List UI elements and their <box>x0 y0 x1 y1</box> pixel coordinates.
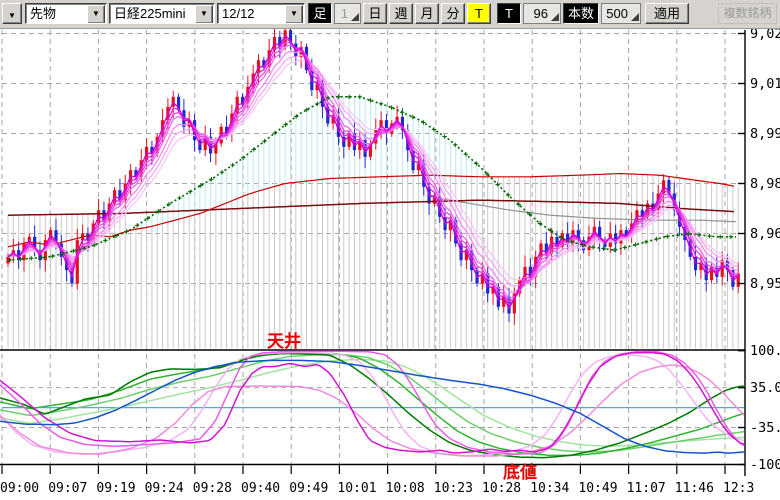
period-week-button[interactable]: 週 <box>389 3 413 24</box>
svg-text:09:07: 09:07 <box>48 481 87 496</box>
candles-layer <box>6 19 739 325</box>
grid-layer <box>2 30 744 464</box>
category-value: 先物 <box>30 6 56 21</box>
svg-text:8,950: 8,950 <box>750 276 780 292</box>
toolbar: ▼ 先物 ▼ 日経225mini ▼ 12/12 ▼ 足 1 日 週 月 分 T… <box>0 0 780 29</box>
svg-text:11:46: 11:46 <box>675 481 714 496</box>
svg-text:8,980: 8,980 <box>750 176 780 192</box>
symbol-select[interactable]: 日経225mini ▼ <box>109 3 215 24</box>
svg-text:09:24: 09:24 <box>145 481 184 496</box>
svg-text:11:07: 11:07 <box>627 481 666 496</box>
chevron-down-icon[interactable]: ▼ <box>195 5 213 24</box>
ceiling-annotation: 天井 <box>267 331 301 351</box>
tick-size-input[interactable]: 96 <box>523 3 561 24</box>
spinner-icon[interactable] <box>351 13 359 21</box>
bar-type-button[interactable]: 足 <box>308 3 332 24</box>
svg-text:09:19: 09:19 <box>96 481 135 496</box>
svg-text:-100.: -100. <box>750 457 780 473</box>
svg-text:12:3: 12:3 <box>723 481 754 496</box>
price-chart: 9,0259,0108,9958,9808,9658,950100.035.00… <box>0 0 780 500</box>
period-day-button[interactable]: 日 <box>363 3 387 24</box>
svg-text:100.0: 100.0 <box>750 343 780 359</box>
tick-mode-button[interactable]: T <box>497 3 521 24</box>
svg-text:10:49: 10:49 <box>578 481 617 496</box>
svg-text:35.00: 35.00 <box>750 380 780 396</box>
bar-count-value: 500 <box>606 6 628 21</box>
svg-text:10:01: 10:01 <box>337 481 376 496</box>
svg-text:09:28: 09:28 <box>193 481 232 496</box>
svg-text:10:08: 10:08 <box>386 481 425 496</box>
chevron-down-icon[interactable]: ▼ <box>87 5 105 24</box>
spinner-icon[interactable] <box>631 13 639 21</box>
period-tick-button[interactable]: T <box>467 3 491 24</box>
period-minute-button[interactable]: 分 <box>441 3 465 24</box>
interval-input[interactable]: 1 <box>334 3 361 24</box>
svg-text:-35.0: -35.0 <box>750 420 780 436</box>
period-month-button[interactable]: 月 <box>415 3 439 24</box>
apply-button[interactable]: 適用 <box>645 3 689 24</box>
svg-text:09:40: 09:40 <box>241 481 280 496</box>
svg-text:9,010: 9,010 <box>750 76 780 92</box>
svg-text:8,995: 8,995 <box>750 126 780 142</box>
spinner-icon[interactable] <box>551 13 559 21</box>
date-select[interactable]: 12/12 ▼ <box>217 3 305 24</box>
tick-size-value: 96 <box>534 6 548 21</box>
category-select[interactable]: 先物 ▼ <box>25 3 107 24</box>
symbol-value: 日経225mini <box>114 6 186 21</box>
date-value: 12/12 <box>222 6 255 21</box>
svg-text:10:34: 10:34 <box>530 481 569 496</box>
oscillator-layer <box>0 351 744 457</box>
bottom-annotation: 底値 <box>503 462 537 482</box>
bar-count-button[interactable]: 本数 <box>563 3 599 24</box>
chevron-down-icon[interactable]: ▼ <box>285 5 303 24</box>
svg-text:09:00: 09:00 <box>0 481 39 496</box>
svg-text:10:23: 10:23 <box>434 481 473 496</box>
app-window: { "toolbar": { "dropdown_glyph": "▼", "c… <box>0 0 780 500</box>
svg-text:09:49: 09:49 <box>289 481 328 496</box>
multi-symbol-label: 複数銘柄 <box>718 3 777 24</box>
bar-count-input[interactable]: 500 <box>601 3 641 24</box>
chevron-down-icon: ▼ <box>8 11 16 20</box>
interval-value: 1 <box>341 6 348 21</box>
svg-text:10:28: 10:28 <box>482 481 521 496</box>
window-dropdown-button[interactable]: ▼ <box>2 3 22 24</box>
svg-text:8,965: 8,965 <box>750 226 780 242</box>
